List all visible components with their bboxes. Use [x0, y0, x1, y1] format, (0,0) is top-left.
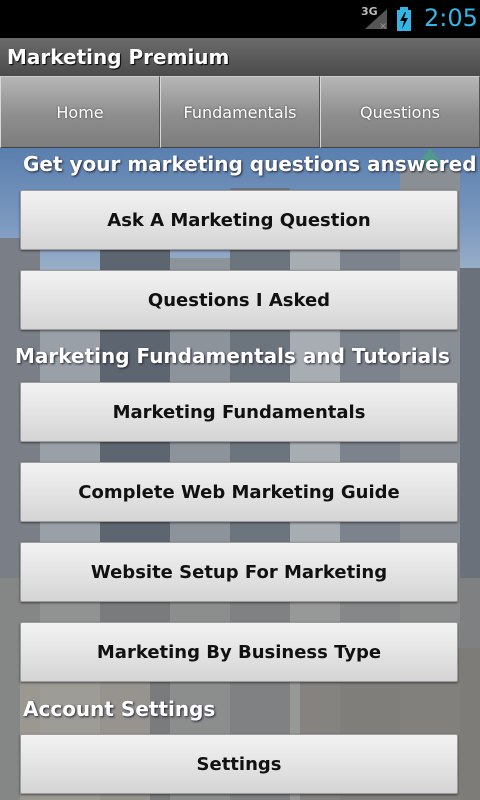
- web-marketing-guide-button[interactable]: Complete Web Marketing Guide: [20, 462, 458, 522]
- status-bar: 3G × 2:05: [0, 0, 480, 38]
- svg-text:×: ×: [379, 21, 387, 31]
- tab-home[interactable]: Home: [0, 76, 160, 148]
- tab-questions[interactable]: Questions: [320, 76, 480, 148]
- network-signal-icon: 3G ×: [361, 5, 389, 31]
- marketing-fundamentals-button[interactable]: Marketing Fundamentals: [20, 382, 458, 442]
- website-setup-button[interactable]: Website Setup For Marketing: [20, 542, 458, 602]
- ask-question-button[interactable]: Ask A Marketing Question: [20, 190, 458, 250]
- tab-bar: Home Fundamentals Questions: [0, 76, 480, 148]
- tab-fundamentals[interactable]: Fundamentals: [160, 76, 320, 148]
- app-title-bar: Marketing Premium: [0, 38, 480, 77]
- section-heading-settings: Account Settings: [23, 697, 216, 721]
- questions-i-asked-button[interactable]: Questions I Asked: [20, 270, 458, 330]
- section-heading-questions: Get your marketing questions answered: [23, 152, 477, 176]
- battery-charging-icon: [396, 7, 412, 31]
- app-title: Marketing Premium: [7, 45, 230, 69]
- main-content: Get your marketing questions answered As…: [0, 148, 480, 800]
- business-type-button[interactable]: Marketing By Business Type: [20, 622, 458, 682]
- status-time: 2:05: [424, 4, 478, 32]
- settings-button[interactable]: Settings: [20, 734, 458, 794]
- section-heading-fundamentals: Marketing Fundamentals and Tutorials: [15, 344, 450, 368]
